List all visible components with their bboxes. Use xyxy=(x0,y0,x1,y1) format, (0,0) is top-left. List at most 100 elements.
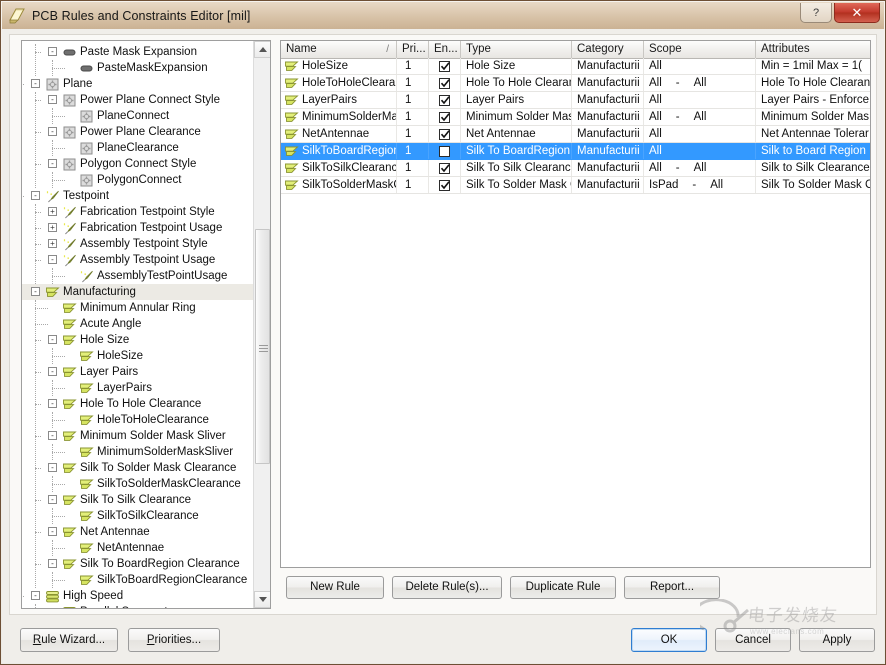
collapse-toggle-icon[interactable]: - xyxy=(31,287,40,296)
tree-node[interactable]: PlaneConnect xyxy=(22,108,253,124)
enabled-checkbox[interactable] xyxy=(439,112,450,123)
collapse-toggle-icon[interactable]: - xyxy=(48,463,57,472)
collapse-toggle-icon[interactable]: - xyxy=(31,191,40,200)
tree-node[interactable]: - Hole To Hole Clearance xyxy=(22,396,253,412)
enabled-checkbox[interactable] xyxy=(439,95,450,106)
column-header-scope[interactable]: Scope xyxy=(644,41,756,58)
column-header-priority[interactable]: Pri... xyxy=(397,41,429,58)
table-row[interactable]: MinimumSolderMa 1 Minimum Solder Mask Manuf… xyxy=(281,109,870,126)
enabled-checkbox[interactable] xyxy=(439,180,450,191)
tree-node[interactable]: - Minimum Solder Mask Sliver xyxy=(22,428,253,444)
collapse-toggle-icon[interactable]: - xyxy=(48,367,57,376)
tree-node[interactable]: Minimum Annular Ring xyxy=(22,300,253,316)
enabled-checkbox[interactable] xyxy=(439,163,450,174)
tree-node[interactable]: AssemblyTestPointUsage xyxy=(22,268,253,284)
tree-node[interactable]: - High Speed xyxy=(22,588,253,604)
table-row[interactable]: SilkToSolderMaskC 1 Silk To Solder Mask Cl… xyxy=(281,177,870,194)
scroll-down-button[interactable] xyxy=(254,591,270,608)
tree-node[interactable]: - Silk To Solder Mask Clearance xyxy=(22,460,253,476)
tree-node[interactable]: - Net Antennae xyxy=(22,524,253,540)
scrollbar-thumb[interactable] xyxy=(255,229,270,464)
new-rule-button[interactable]: New Rule xyxy=(286,576,384,599)
tree-node[interactable]: PasteMaskExpansion xyxy=(22,60,253,76)
enabled-checkbox[interactable] xyxy=(439,61,450,72)
cancel-button[interactable]: Cancel xyxy=(715,628,791,652)
rules-tree-panel[interactable]: - Paste Mask Expansion PasteMaskExpansion -… xyxy=(21,40,271,609)
priorities-button[interactable]: Priorities... xyxy=(128,628,220,652)
tree-node[interactable]: Acute Angle xyxy=(22,316,253,332)
collapse-toggle-icon[interactable]: - xyxy=(48,127,57,136)
column-header-name[interactable]: Name / xyxy=(281,41,397,58)
tree-node[interactable]: LayerPairs xyxy=(22,380,253,396)
rule-wizard-button[interactable]: Rule Wizard... xyxy=(20,628,118,652)
tree-node[interactable]: MinimumSolderMaskSliver xyxy=(22,444,253,460)
tree-node[interactable]: - Silk To Silk Clearance xyxy=(22,492,253,508)
collapse-toggle-icon[interactable]: - xyxy=(31,79,40,88)
tree-node[interactable]: HoleToHoleClearance xyxy=(22,412,253,428)
tree-node[interactable]: PlaneClearance xyxy=(22,140,253,156)
collapse-toggle-icon[interactable]: - xyxy=(48,255,57,264)
table-row[interactable]: SilkToSilkClearance 1 Silk To Silk Clearan… xyxy=(281,160,870,177)
tree-node[interactable]: + Fabrication Testpoint Style xyxy=(22,204,253,220)
collapse-toggle-icon[interactable]: - xyxy=(48,95,57,104)
tree-node[interactable]: Parallel Segment xyxy=(22,604,253,608)
help-button[interactable]: ? xyxy=(800,3,832,23)
tree-node[interactable]: - Hole Size xyxy=(22,332,253,348)
tree-node[interactable]: - Power Plane Clearance xyxy=(22,124,253,140)
collapse-toggle-icon[interactable]: - xyxy=(48,399,57,408)
tree-node[interactable]: + Assembly Testpoint Style xyxy=(22,236,253,252)
tree-node[interactable]: - Power Plane Connect Style xyxy=(22,92,253,108)
collapse-toggle-icon[interactable]: - xyxy=(48,47,57,56)
rules-grid[interactable]: Name / Pri... En... Type Category Scope Attribu… xyxy=(280,40,871,568)
grid-header[interactable]: Name / Pri... En... Type Category Scope Attribu… xyxy=(281,41,870,59)
collapse-toggle-icon[interactable]: - xyxy=(48,527,57,536)
close-button[interactable]: ✕ xyxy=(834,3,880,23)
collapse-toggle-icon[interactable]: - xyxy=(48,495,57,504)
ok-button[interactable]: OK xyxy=(631,628,707,652)
column-header-attributes[interactable]: Attributes xyxy=(756,41,870,58)
collapse-toggle-icon[interactable]: - xyxy=(31,591,40,600)
tree-node[interactable]: - Paste Mask Expansion xyxy=(22,44,253,60)
tree-node[interactable]: SilkToSilkClearance xyxy=(22,508,253,524)
tree-node[interactable]: PolygonConnect xyxy=(22,172,253,188)
report-button[interactable]: Report... xyxy=(624,576,720,599)
expand-toggle-icon[interactable]: + xyxy=(48,239,57,248)
tree-node[interactable]: + Fabrication Testpoint Usage xyxy=(22,220,253,236)
grid-rows[interactable]: HoleSize 1 Hole Size Manufacturii All Min = 1… xyxy=(281,58,870,567)
column-header-type[interactable]: Type xyxy=(461,41,572,58)
tree-node[interactable]: SilkToSolderMaskClearance xyxy=(22,476,253,492)
enabled-checkbox[interactable] xyxy=(439,78,450,89)
collapse-toggle-icon[interactable]: - xyxy=(48,431,57,440)
tree-node[interactable]: - Assembly Testpoint Usage xyxy=(22,252,253,268)
tree-node[interactable]: HoleSize xyxy=(22,348,253,364)
enabled-checkbox[interactable] xyxy=(439,129,450,140)
tree-node[interactable]: SilkToBoardRegionClearance xyxy=(22,572,253,588)
tree-node[interactable]: - Layer Pairs xyxy=(22,364,253,380)
tree-node[interactable]: NetAntennae xyxy=(22,540,253,556)
table-row[interactable]: NetAntennae 1 Net Antennae Manufacturii All N… xyxy=(281,126,870,143)
table-row[interactable]: LayerPairs 1 Layer Pairs Manufacturii All Lay… xyxy=(281,92,870,109)
rules-tree[interactable]: - Paste Mask Expansion PasteMaskExpansion -… xyxy=(22,41,253,608)
tree-node[interactable]: - Testpoint xyxy=(22,188,253,204)
tree-node[interactable]: - Polygon Connect Style xyxy=(22,156,253,172)
duplicate-rule-button[interactable]: Duplicate Rule xyxy=(510,576,616,599)
tree-node-label: PolygonConnect xyxy=(97,174,182,186)
collapse-toggle-icon[interactable]: - xyxy=(48,335,57,344)
expand-toggle-icon[interactable]: + xyxy=(48,223,57,232)
table-row[interactable]: SilkToBoardRegion 1 Silk To BoardRegion CM… xyxy=(281,143,870,160)
tree-node[interactable]: - Silk To BoardRegion Clearance xyxy=(22,556,253,572)
scroll-up-button[interactable] xyxy=(254,41,270,58)
column-header-enabled[interactable]: En... xyxy=(429,41,461,58)
table-row[interactable]: HoleSize 1 Hole Size Manufacturii All Min = 1… xyxy=(281,58,870,75)
tree-node[interactable]: - Plane xyxy=(22,76,253,92)
tree-vertical-scrollbar[interactable] xyxy=(253,41,270,608)
delete-rules-button[interactable]: Delete Rule(s)... xyxy=(392,576,502,599)
apply-button[interactable]: Apply xyxy=(799,628,875,652)
expand-toggle-icon[interactable]: + xyxy=(48,207,57,216)
tree-node[interactable]: - Manufacturing xyxy=(22,284,253,300)
collapse-toggle-icon[interactable]: - xyxy=(48,559,57,568)
column-header-category[interactable]: Category xyxy=(572,41,644,58)
collapse-toggle-icon[interactable]: - xyxy=(48,159,57,168)
enabled-checkbox[interactable] xyxy=(439,146,450,157)
table-row[interactable]: HoleToHoleClearar 1 Hole To Hole Clearanc M… xyxy=(281,75,870,92)
